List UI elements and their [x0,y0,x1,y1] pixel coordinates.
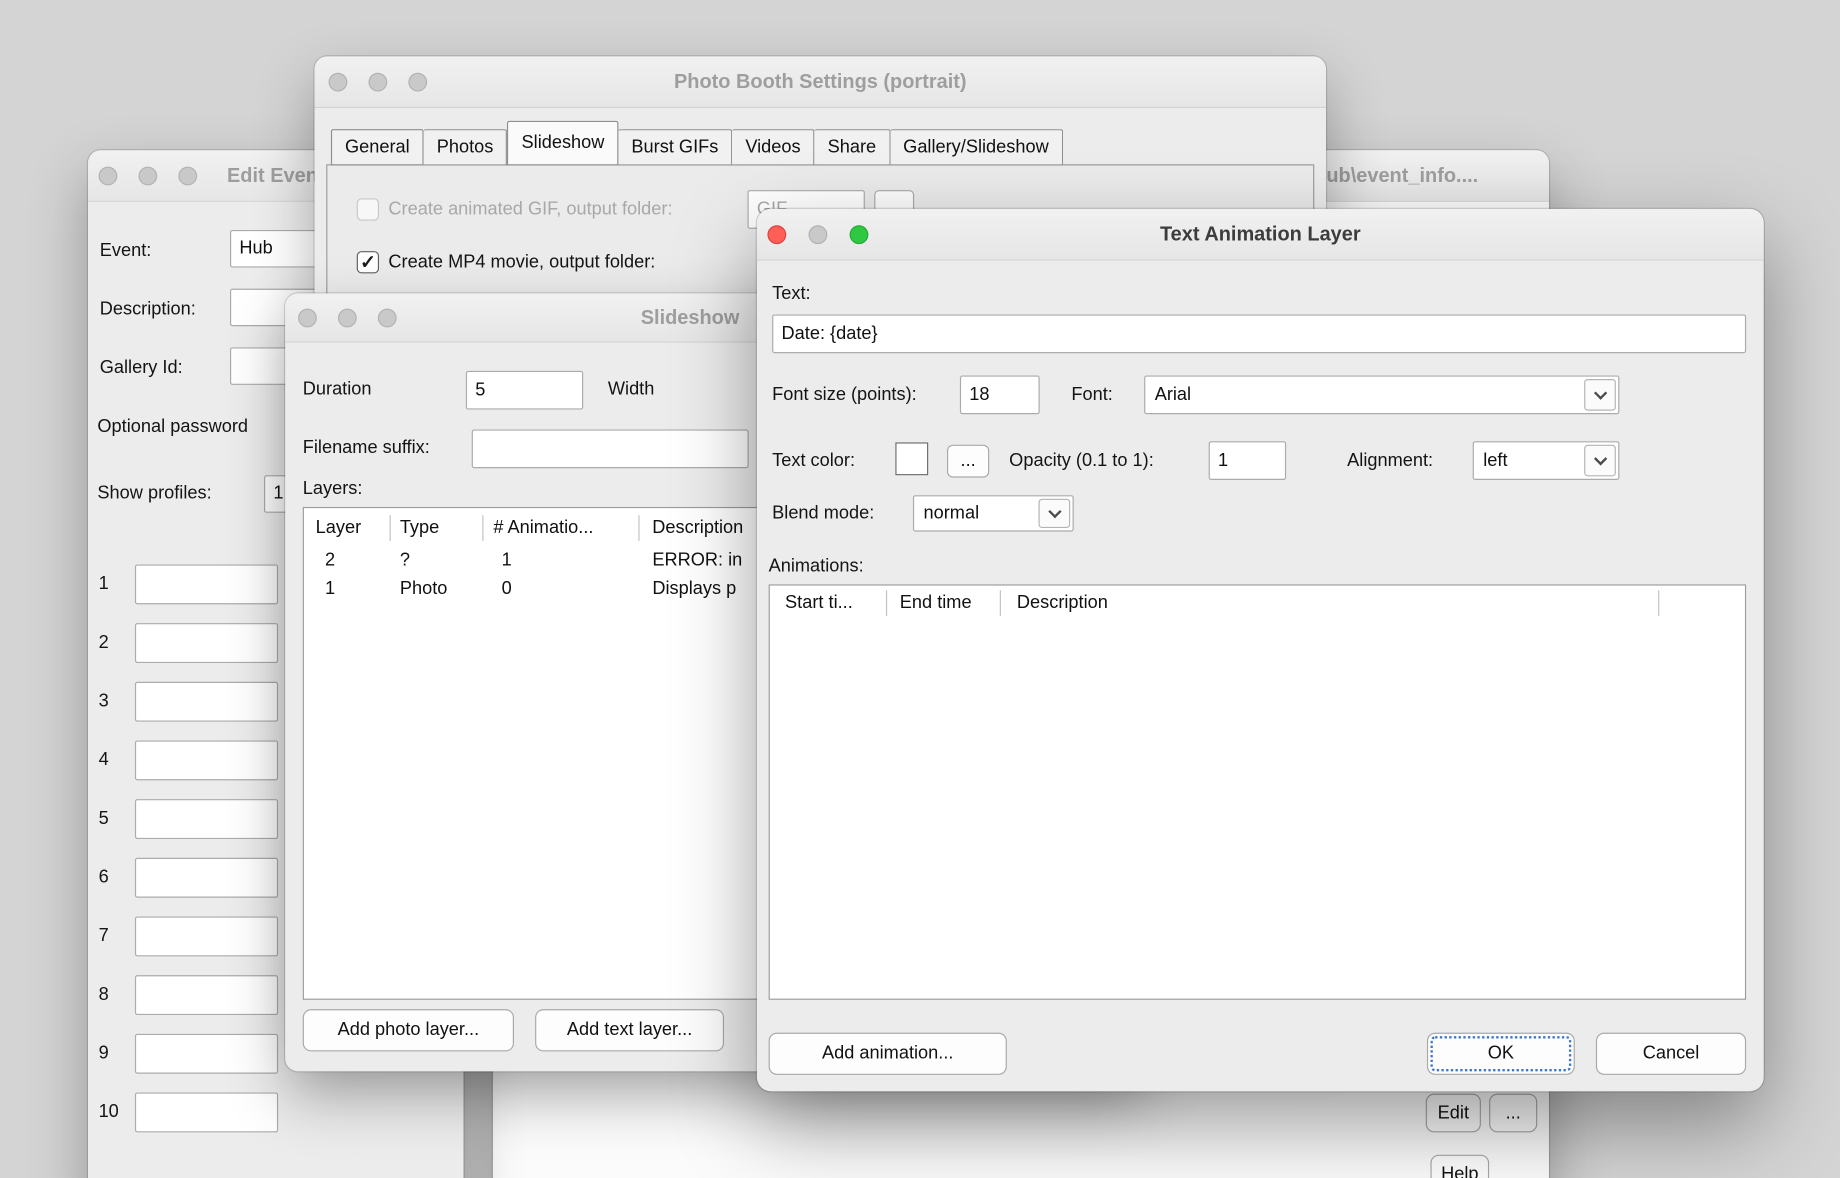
tab-slideshow[interactable]: Slideshow [507,121,618,166]
tab-photos[interactable]: Photos [424,129,508,165]
blend-mode-label: Blend mode: [772,503,874,524]
tab-videos[interactable]: Videos [732,129,814,165]
more-options-button[interactable]: ... [1489,1094,1537,1133]
profile-row-input[interactable] [135,740,278,780]
width-label: Width [608,379,654,400]
slideshow-window-title: Slideshow [641,293,740,342]
alignment-select[interactable]: left [1473,441,1620,480]
animations-label: Animations: [769,556,864,577]
profile-row-label: 10 [99,1102,119,1123]
chevron-down-icon[interactable] [1584,445,1616,477]
photo-booth-window-title: Photo Booth Settings (portrait) [314,56,1326,108]
profile-row-input[interactable] [135,1034,278,1074]
font-label: Font: [1071,385,1112,406]
event-info-window-title: Hub\event_info.... [1312,150,1478,202]
add-text-layer-button[interactable]: Add text layer... [535,1009,724,1051]
alignment-select-value: left [1483,450,1507,471]
font-size-input[interactable] [960,376,1040,415]
font-select-value: Arial [1155,384,1191,405]
text-color-browse-button[interactable]: ... [947,445,989,478]
gallery-id-label: Gallery Id: [100,358,183,379]
tab-general[interactable]: General [331,129,424,165]
profile-row-label: 3 [99,691,109,712]
profile-row-label: 8 [99,985,109,1006]
add-animation-button[interactable]: Add animation... [769,1033,1007,1075]
profile-row-label: 1 [99,574,109,595]
profile-row-label: 4 [99,750,109,771]
create-gif-label: Create animated GIF, output folder: [388,199,672,220]
profile-row-input[interactable] [135,975,278,1015]
cell-type: ? [390,550,483,571]
show-profiles-label: Show profiles: [97,483,211,504]
settings-tab-bar: General Photos Slideshow Burst GIFs Vide… [331,121,1063,166]
optional-password-label: Optional password [97,417,248,438]
profile-row-input[interactable] [135,1093,278,1133]
profile-row-input[interactable] [135,858,278,898]
duration-label: Duration [303,379,372,400]
add-photo-layer-button[interactable]: Add photo layer... [303,1009,514,1051]
text-animation-layer-window: Text Animation Layer Text: Font size (po… [757,209,1764,1091]
cell-type: Photo [390,579,483,600]
font-select[interactable]: Arial [1144,376,1619,415]
column-header-animations[interactable]: # Animatio... [484,515,639,541]
tab-gallery-slideshow[interactable]: Gallery/Slideshow [890,129,1063,165]
layers-label: Layers: [303,479,363,500]
font-size-label: Font size (points): [772,385,917,406]
profile-row-label: 6 [99,867,109,888]
profile-row-label: 7 [99,926,109,947]
column-header-extra[interactable] [1659,590,1744,616]
duration-input[interactable] [466,371,583,410]
profile-row-label: 5 [99,809,109,830]
minimize-button[interactable] [338,309,357,328]
column-header-layer[interactable]: Layer [304,515,391,541]
desktop-backdrop: Hub\event_info.... Edit ... Help Edit Ev… [0,0,1840,1178]
chevron-down-icon[interactable] [1584,379,1616,411]
cell-animations: 1 [484,550,639,571]
text-color-label: Text color: [772,451,855,472]
profile-row-label: 2 [99,633,109,654]
filename-suffix-label: Filename suffix: [303,438,430,459]
profile-row-input[interactable] [135,623,278,663]
photo-booth-titlebar[interactable]: Photo Booth Settings (portrait) [314,56,1326,108]
text-label: Text: [772,284,810,305]
cell-layer: 1 [304,579,391,600]
ok-button[interactable]: OK [1427,1033,1575,1075]
text-input[interactable] [772,314,1746,353]
profile-row-input[interactable] [135,564,278,604]
create-mp4-checkbox[interactable]: ✓ [357,251,379,273]
text-animation-window-title: Text Animation Layer [757,209,1764,261]
blend-mode-select-value: normal [924,503,980,524]
event-label: Event: [100,241,152,262]
profile-row-input[interactable] [135,682,278,722]
column-header-start-time[interactable]: Start ti... [770,590,887,616]
create-gif-checkbox[interactable] [357,198,379,220]
profile-row-label: 9 [99,1043,109,1064]
checkmark-icon: ✓ [360,251,376,274]
tab-share[interactable]: Share [815,129,891,165]
opacity-input[interactable] [1209,441,1286,480]
text-animation-titlebar[interactable]: Text Animation Layer [757,209,1764,261]
cell-layer: 2 [304,550,391,571]
zoom-button[interactable] [378,309,397,328]
filename-suffix-input[interactable] [472,429,749,468]
alignment-label: Alignment: [1347,451,1433,472]
animations-table: Start ti... End time Description [769,584,1747,999]
description-label: Description: [100,299,196,320]
close-button[interactable] [298,309,317,328]
column-header-end-time[interactable]: End time [887,590,1001,616]
column-header-description[interactable]: Description [1000,590,1659,616]
column-header-type[interactable]: Type [390,515,484,541]
cancel-button[interactable]: Cancel [1596,1033,1746,1075]
text-color-swatch[interactable] [895,442,928,475]
edit-button[interactable]: Edit [1426,1094,1481,1133]
profile-row-input[interactable] [135,916,278,956]
blend-mode-select[interactable]: normal [913,495,1074,531]
tab-burst-gifs[interactable]: Burst GIFs [619,129,733,165]
opacity-label: Opacity (0.1 to 1): [1009,451,1154,472]
chevron-down-icon[interactable] [1039,499,1071,528]
cell-animations: 0 [484,579,639,600]
help-button[interactable]: Help [1430,1155,1489,1178]
profile-row-input[interactable] [135,799,278,839]
create-mp4-label: Create MP4 movie, output folder: [388,252,655,273]
